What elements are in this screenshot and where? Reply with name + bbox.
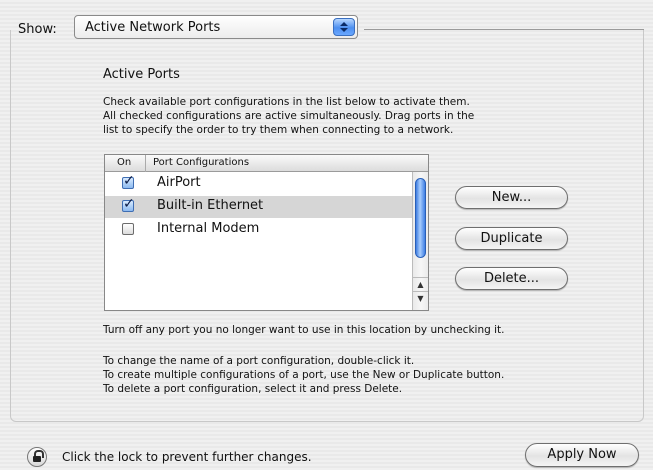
list-item-label: Internal Modem xyxy=(157,221,260,236)
list-header: On Port Configurations xyxy=(105,155,428,172)
list-item-built-in-ethernet[interactable]: ✓ Built-in Ethernet xyxy=(105,196,412,218)
delete-button[interactable]: Delete... xyxy=(455,267,568,290)
port-checkbox-built-in-ethernet[interactable]: ✓ xyxy=(122,196,135,212)
port-checkbox-internal-modem[interactable]: ✓ xyxy=(122,223,134,235)
tip-line: To delete a port configuration, select i… xyxy=(103,383,403,395)
apply-now-button[interactable]: Apply Now xyxy=(525,443,639,467)
intro-line: list to specify the order to try them wh… xyxy=(103,124,454,136)
list-item-airport[interactable]: ✓ AirPort xyxy=(105,173,412,195)
duplicate-button[interactable]: Duplicate xyxy=(455,227,568,250)
list-scrollbar[interactable]: ▲ ▼ xyxy=(412,172,428,310)
tip-line: To create multiple configurations of a p… xyxy=(103,369,505,381)
scroll-thumb[interactable] xyxy=(415,178,426,258)
new-button[interactable]: New... xyxy=(455,186,568,209)
port-configurations-list[interactable]: On Port Configurations ✓ AirPort ✓ Built… xyxy=(104,154,429,311)
intro-description: Check available port configurations in t… xyxy=(103,95,563,137)
scroll-down-arrow-icon[interactable]: ▼ xyxy=(413,291,428,305)
column-header-on[interactable]: On xyxy=(117,157,131,168)
scroll-up-arrow-icon[interactable]: ▲ xyxy=(413,277,428,291)
port-checkbox-airport[interactable]: ✓ xyxy=(122,173,135,189)
checkmark-icon: ✓ xyxy=(123,196,135,212)
tips-description: To change the name of a port configurati… xyxy=(103,354,504,396)
list-item-internal-modem[interactable]: ✓ Internal Modem xyxy=(105,219,412,241)
column-divider xyxy=(145,155,146,172)
list-item-label: Built-in Ethernet xyxy=(157,198,264,213)
turn-off-description: Turn off any port you no longer want to … xyxy=(103,324,505,336)
section-title: Active Ports xyxy=(103,67,180,82)
intro-line: Check available port configurations in t… xyxy=(103,96,470,108)
intro-line: All checked configurations are active si… xyxy=(103,110,475,122)
lock-status-text: Click the lock to prevent further change… xyxy=(62,450,312,464)
lock-icon[interactable] xyxy=(27,447,47,467)
column-header-port-configurations[interactable]: Port Configurations xyxy=(153,157,249,168)
lock-body xyxy=(33,456,41,462)
list-item-label: AirPort xyxy=(157,175,201,190)
tip-line: To change the name of a port configurati… xyxy=(103,355,415,367)
checkmark-icon: ✓ xyxy=(123,173,135,189)
